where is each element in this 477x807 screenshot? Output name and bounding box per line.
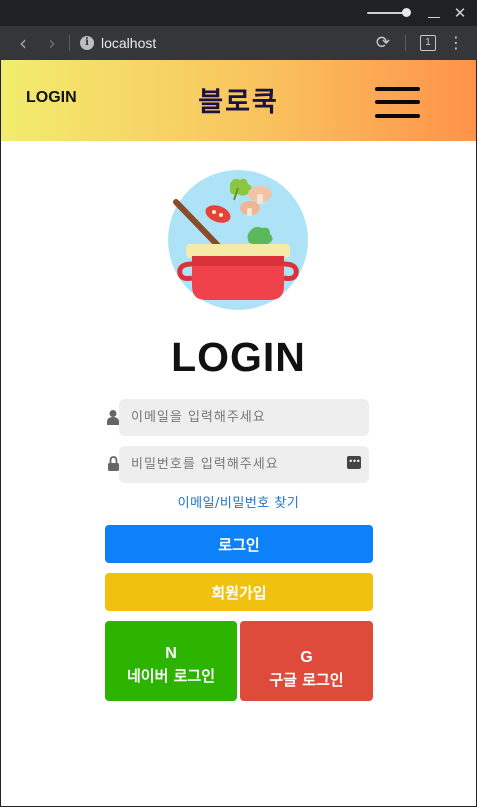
password-input[interactable] bbox=[119, 446, 369, 483]
email-input[interactable] bbox=[119, 399, 369, 436]
google-login-label: 구글 로그인 bbox=[269, 671, 344, 689]
app-header: LOGIN 블로쿡 bbox=[1, 60, 476, 141]
google-login-button[interactable]: G 구글 로그인 bbox=[240, 621, 373, 701]
zoom-slider-track[interactable] bbox=[367, 12, 407, 14]
naver-logo-icon: N bbox=[165, 645, 177, 662]
user-icon bbox=[107, 410, 119, 425]
password-manager-icon[interactable]: ••• bbox=[347, 456, 361, 469]
more-options-icon[interactable]: ⋮ bbox=[448, 33, 464, 53]
forward-icon[interactable]: › bbox=[42, 32, 62, 54]
tab-count-button[interactable]: 1 bbox=[420, 35, 436, 51]
toolbar-divider bbox=[405, 35, 406, 51]
reload-icon[interactable]: ⟳ bbox=[373, 33, 393, 53]
back-icon[interactable]: ‹ bbox=[13, 32, 33, 54]
browser-toolbar: ‹ › i localhost ⟳ 1 ⋮ bbox=[0, 26, 477, 60]
zoom-slider-handle[interactable] bbox=[402, 8, 411, 17]
minimize-icon[interactable] bbox=[428, 17, 440, 18]
google-logo-icon: G bbox=[300, 649, 313, 666]
hamburger-icon[interactable] bbox=[375, 87, 420, 118]
signup-button[interactable]: 회원가입 bbox=[105, 573, 373, 611]
site-info-icon[interactable]: i bbox=[80, 36, 94, 50]
find-account-link[interactable]: 이메일/비밀번호 찾기 bbox=[0, 492, 477, 511]
browser-titlebar: ✕ bbox=[0, 0, 477, 26]
naver-login-label: 네이버 로그인 bbox=[126, 667, 216, 685]
login-button[interactable]: 로그인 bbox=[105, 525, 373, 563]
address-bar[interactable]: localhost bbox=[101, 34, 156, 52]
lock-icon bbox=[108, 456, 119, 471]
naver-login-button[interactable]: N 네이버 로그인 bbox=[105, 621, 237, 701]
page-title: LOGIN bbox=[171, 334, 306, 380]
toolbar-divider bbox=[69, 35, 70, 51]
cooking-pot-icon bbox=[168, 170, 308, 310]
close-icon[interactable]: ✕ bbox=[452, 5, 468, 21]
